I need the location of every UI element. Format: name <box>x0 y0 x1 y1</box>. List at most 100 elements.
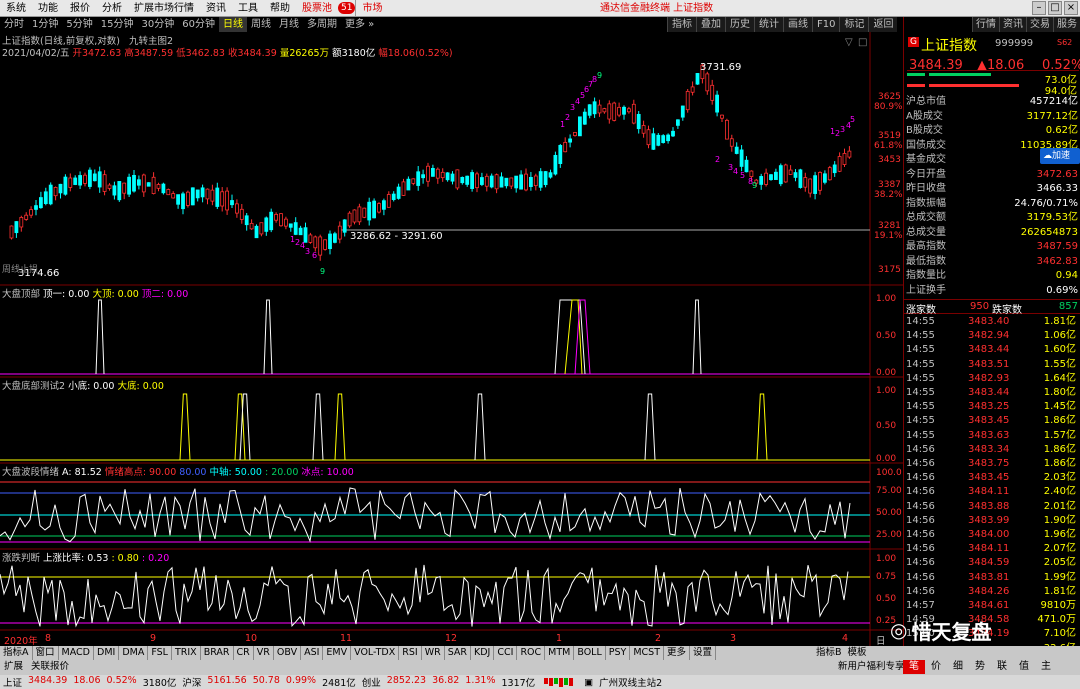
indicator-tab-19[interactable]: ROC <box>517 646 546 660</box>
period-tab-2[interactable]: 5分钟 <box>62 17 96 32</box>
indicator-tab-20[interactable]: MTM <box>545 646 575 660</box>
pane3-title[interactable]: 大盘波段情绪 <box>2 467 59 478</box>
indicator-tab-23[interactable]: MCST <box>630 646 665 660</box>
detail-tab-1[interactable]: 价 <box>925 660 947 674</box>
period-tab-0[interactable]: 分时 <box>0 17 28 32</box>
chart-area[interactable]: 12345678912436923458912345 上证指数(日线,前复权,对… <box>0 32 903 647</box>
minimize-icon[interactable]: – <box>1032 1 1046 15</box>
panel-tab-3[interactable]: 服务 <box>1053 17 1080 32</box>
indicator-tab-3[interactable]: DMI <box>94 646 120 660</box>
tab-template[interactable]: 模板 <box>845 646 870 660</box>
indicator-tab-2[interactable]: MACD <box>59 646 94 660</box>
indicator-tab-5[interactable]: FSL <box>148 646 172 660</box>
menu-tools[interactable]: 工具 <box>232 0 264 17</box>
detail-tab-0[interactable]: 笔 <box>903 660 925 674</box>
menu-news[interactable]: 资讯 <box>200 0 232 17</box>
tick-price: 3483.75 <box>968 458 1010 469</box>
indicator-tab-10[interactable]: OBV <box>274 646 302 660</box>
candle-body <box>798 169 803 188</box>
tab-indicator-b[interactable]: 指标B <box>813 646 845 660</box>
toolbar-button-0[interactable]: 指标 <box>667 17 696 32</box>
menu-stockpool[interactable]: 股票池 <box>296 0 338 17</box>
toolbar-button-4[interactable]: 画线 <box>783 17 812 32</box>
indicator-tab-0[interactable]: 指标A <box>0 646 33 660</box>
period-tab-1[interactable]: 1分钟 <box>28 17 62 32</box>
candle-body <box>249 222 254 230</box>
indicator-tab-22[interactable]: PSY <box>606 646 631 660</box>
indicator-tab-14[interactable]: RSI <box>399 646 422 660</box>
menu-function[interactable]: 功能 <box>32 0 64 17</box>
toolbar-button-2[interactable]: 历史 <box>725 17 754 32</box>
indicator-tab-13[interactable]: VOL-TDX <box>351 646 400 660</box>
detail-tab-4[interactable]: 联 <box>991 660 1013 674</box>
period-tab-6[interactable]: 日线 <box>218 17 247 32</box>
pane-axis-tick: 0.50 <box>876 421 897 431</box>
period-tab-4[interactable]: 30分钟 <box>137 17 178 32</box>
toolbar-button-3[interactable]: 统计 <box>754 17 783 32</box>
server-station[interactable]: 广州双线主站2 <box>596 675 665 689</box>
tick-price: 3483.51 <box>968 358 1010 370</box>
toolbar-button-5[interactable]: F10 <box>812 17 840 32</box>
panel-tab-0[interactable]: 行情 <box>972 17 999 32</box>
period-tab-8[interactable]: 月线 <box>275 17 303 32</box>
menu-market[interactable]: 市场 <box>355 0 388 17</box>
promo-link[interactable]: 新用户福利专享 <box>838 660 905 674</box>
accelerate-badge[interactable]: ☁加速 <box>1040 148 1080 164</box>
candle-body <box>430 167 435 177</box>
toolbar-button-7[interactable]: 返回 <box>868 17 898 32</box>
candle-body <box>210 189 215 202</box>
stat-value: 3487.59 <box>1036 241 1078 252</box>
menu-analysis[interactable]: 分析 <box>96 0 128 17</box>
detail-tab-6[interactable]: 主 <box>1035 660 1057 674</box>
stat-label: 最高指数 <box>906 241 946 252</box>
candle-body <box>151 176 156 194</box>
menu-help[interactable]: 帮助 <box>264 0 296 17</box>
detail-tab-5[interactable]: 值 <box>1013 660 1035 674</box>
period-tab-7[interactable]: 周线 <box>247 17 275 32</box>
panel-tab-2[interactable]: 交易 <box>1026 17 1053 32</box>
candle-body <box>362 207 367 218</box>
indicator-tab-9[interactable]: VR <box>254 646 274 660</box>
indicator-tab-1[interactable]: 窗口 <box>33 646 59 660</box>
indicator-tab-11[interactable]: ASI <box>301 646 324 660</box>
menu-ext-market[interactable]: 扩展市场行情 <box>128 0 200 17</box>
indicator-tab-4[interactable]: DMA <box>119 646 149 660</box>
close-icon[interactable]: × <box>1064 1 1078 15</box>
indicator-tab-7[interactable]: BRAR <box>201 646 234 660</box>
indicator-tab-16[interactable]: SAR <box>445 646 471 660</box>
indicator-tab-17[interactable]: KDJ <box>471 646 495 660</box>
maximize-icon[interactable]: □ <box>1048 1 1062 15</box>
period-tab-9[interactable]: 多周期 <box>303 17 341 32</box>
indicator-tab-25[interactable]: 设置 <box>690 646 717 660</box>
pane1-title[interactable]: 大盘顶部 <box>2 289 40 300</box>
indicator-tab-18[interactable]: CCI <box>494 646 518 660</box>
top-signal <box>263 299 273 375</box>
candle-body <box>499 176 504 188</box>
tab-related-quotes[interactable]: 关联报价 <box>27 660 73 674</box>
indicator-tab-8[interactable]: CR <box>234 646 254 660</box>
indicator-tab-24[interactable]: 更多 <box>664 646 691 660</box>
detail-tab-3[interactable]: 势 <box>969 660 991 674</box>
period-tab-3[interactable]: 15分钟 <box>97 17 138 32</box>
pane4-title[interactable]: 涨跌判断 <box>2 553 40 564</box>
period-tab-10[interactable]: 更多 » <box>341 17 378 32</box>
maximize-pane-icon[interactable]: □ <box>858 37 867 48</box>
tab-extend[interactable]: 扩展 <box>0 660 27 674</box>
indicator-tab-6[interactable]: TRIX <box>172 646 201 660</box>
collapse-icon[interactable]: ▽ <box>845 37 853 48</box>
candle-body <box>558 145 563 164</box>
toolbar-button-6[interactable]: 标记 <box>839 17 869 32</box>
menu-quote[interactable]: 报价 <box>64 0 96 17</box>
stat-row: 指数振幅 24.76/0.71% <box>906 197 1078 211</box>
detail-tab-2[interactable]: 细 <box>947 660 969 674</box>
toolbar-button-1[interactable]: 叠加 <box>696 17 725 32</box>
menu-system[interactable]: 系统 <box>0 0 32 17</box>
indicator-tab-15[interactable]: WR <box>422 646 445 660</box>
period-tab-5[interactable]: 60分钟 <box>178 17 219 32</box>
status-item: 创业 <box>361 678 381 689</box>
indicator-tab-21[interactable]: BOLL <box>574 646 606 660</box>
pane2-title[interactable]: 大盘底部测试2 <box>2 381 65 392</box>
candle-body <box>53 186 58 197</box>
panel-tab-1[interactable]: 资讯 <box>999 17 1026 32</box>
indicator-tab-12[interactable]: EMV <box>323 646 352 660</box>
